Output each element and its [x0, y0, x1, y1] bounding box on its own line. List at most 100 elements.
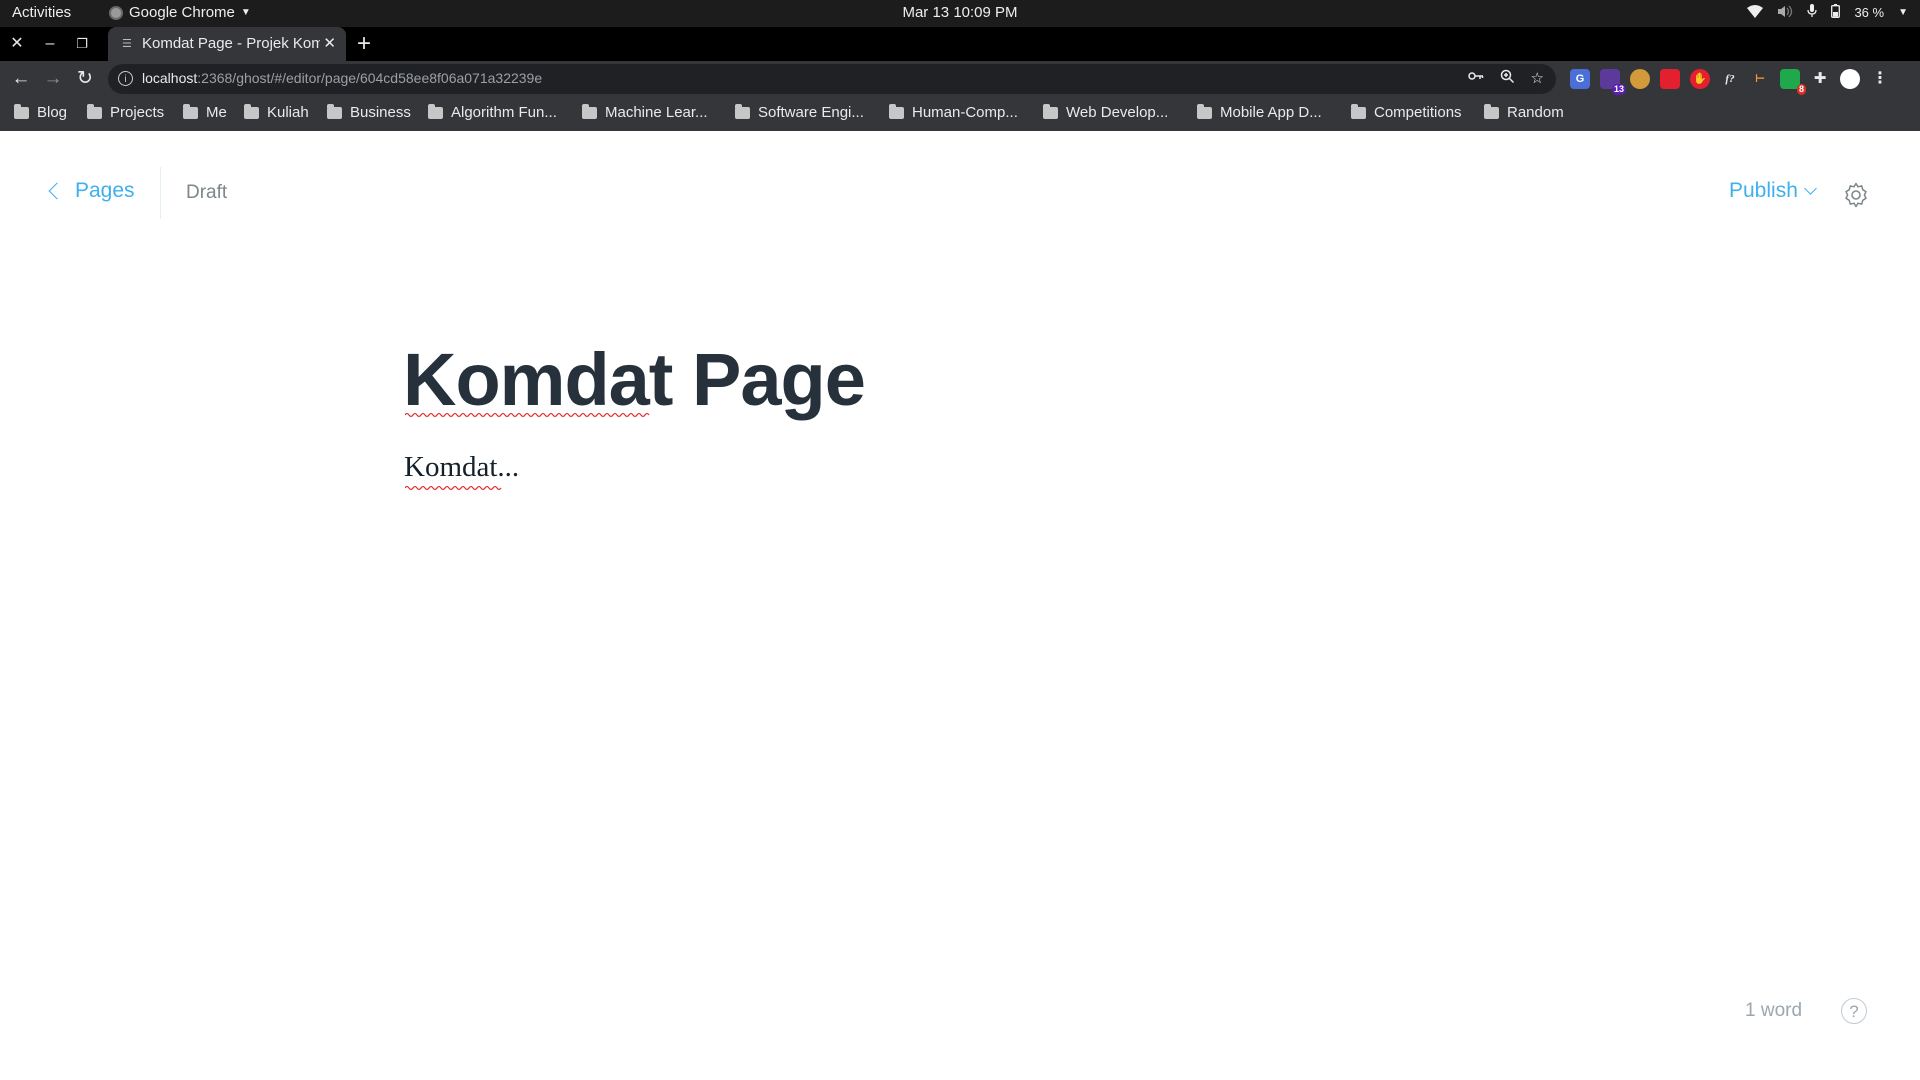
activities-button[interactable]: Activities — [12, 4, 71, 21]
url-path: :2368/ghost/#/editor/page/604cd58ee8f06a… — [197, 70, 543, 86]
chevron-left-icon — [48, 182, 66, 200]
bookmark-star-icon[interactable]: ☆ — [1531, 69, 1544, 88]
bookmarks-bar: Blog Projects Me Kuliah Business Algorit… — [0, 97, 1920, 131]
folder-icon — [889, 103, 904, 119]
draft-status: Draft — [186, 182, 228, 203]
clock[interactable]: Mar 13 10:09 PM — [902, 4, 1017, 21]
window-minimize-icon[interactable]: ‒ — [39, 33, 61, 55]
bookmark-label: Me — [206, 104, 227, 121]
window-restore-icon[interactable]: ❐ — [71, 33, 93, 55]
bookmark-label: Mobile App D... — [1220, 104, 1322, 121]
bookmark-folder[interactable]: Random — [1484, 103, 1564, 121]
site-info-icon[interactable]: i — [118, 71, 133, 86]
folder-icon — [14, 103, 29, 119]
red-square-extension-icon[interactable] — [1660, 69, 1680, 89]
url-text[interactable]: localhost:2368/ghost/#/editor/page/604cd… — [142, 70, 542, 86]
bookmark-label: Machine Lear... — [605, 104, 708, 121]
chevron-down-icon — [1804, 181, 1817, 195]
bookmark-label: Algorithm Fun... — [451, 104, 557, 121]
volume-icon — [1777, 5, 1793, 21]
battery-icon — [1831, 4, 1841, 21]
puzzle-extensions-icon[interactable]: ✚ — [1810, 69, 1830, 89]
post-title-input[interactable]: Komdat Page — [403, 337, 866, 422]
folder-icon — [87, 103, 102, 119]
bookmark-label: Random — [1507, 104, 1564, 121]
publish-menu-button[interactable]: Publish — [1729, 179, 1817, 203]
system-top-bar: Activities Google Chrome ▼ Mar 13 10:09 … — [0, 0, 1920, 27]
reload-icon[interactable]: ↻ — [72, 66, 98, 92]
tab-strip: ✕ ‒ ❐ ☰ Komdat Page - Projek Kom ✕ + — [0, 27, 1920, 61]
folder-icon — [582, 103, 597, 119]
folder-icon — [1351, 103, 1366, 119]
bookmark-folder[interactable]: Me — [183, 103, 227, 121]
url-host: localhost — [142, 70, 198, 86]
bookmark-folder[interactable]: Web Develop... — [1043, 103, 1169, 121]
profile-avatar[interactable] — [1840, 69, 1860, 89]
bookmark-folder[interactable]: Business — [327, 103, 411, 121]
folder-icon — [735, 103, 750, 119]
caret-down-icon: ▼ — [240, 7, 251, 18]
bookmark-folder[interactable]: Competitions — [1351, 103, 1462, 121]
tab-komdat-page[interactable]: ☰ Komdat Page - Projek Kom ✕ — [108, 27, 346, 61]
bookmark-folder[interactable]: Software Engi... — [735, 103, 864, 121]
folder-icon — [1484, 103, 1499, 119]
tab-title: Komdat Page - Projek Kom — [142, 35, 320, 52]
tab-close-icon[interactable]: ✕ — [323, 34, 336, 52]
window-close-icon[interactable]: ✕ — [6, 33, 28, 55]
app-menu-label: Google Chrome — [129, 4, 235, 21]
hand-extension-icon[interactable]: ✋ — [1690, 69, 1710, 89]
folder-icon — [327, 103, 342, 119]
extension-badge: 8 — [1796, 84, 1806, 95]
bookmark-label: Business — [350, 104, 411, 121]
bookmark-folder[interactable]: Machine Lear... — [582, 103, 708, 121]
system-tray[interactable]: 36 % ▼ — [1747, 4, 1908, 21]
app-menu[interactable]: Google Chrome ▼ — [109, 4, 251, 21]
bookmark-label: Software Engi... — [758, 104, 864, 121]
bookmark-folder[interactable]: Algorithm Fun... — [428, 103, 557, 121]
battery-percent: 36 % — [1854, 5, 1885, 20]
help-icon[interactable]: ? — [1841, 998, 1867, 1024]
caret-down-icon: ▼ — [1898, 7, 1908, 18]
folder-icon — [428, 103, 443, 119]
word-count: 1 word — [1745, 1000, 1803, 1021]
translate-extension-icon[interactable]: G — [1570, 69, 1590, 89]
post-body-editor[interactable]: Komdat... — [404, 451, 519, 484]
microphone-icon — [1807, 4, 1818, 21]
bookmark-folder[interactable]: Projects — [87, 103, 165, 121]
green-extension-icon[interactable]: 8 — [1780, 69, 1806, 95]
bookmark-label: Blog — [37, 104, 68, 121]
bookmark-label: Kuliah — [267, 104, 309, 121]
back-arrow-icon[interactable]: ← — [8, 66, 34, 92]
bookmark-label: Human-Comp... — [912, 104, 1018, 121]
ghost-favicon-icon: ☰ — [122, 38, 132, 50]
extensions-bar: G 13 ✋ f? ⊢ 8 ✚ ⋮ — [1570, 69, 1890, 95]
new-tab-icon[interactable]: + — [357, 30, 371, 58]
ghost-editor: Pages Draft Publish Komdat Page Komdat..… — [0, 131, 1920, 1080]
address-bar[interactable]: i localhost:2368/ghost/#/editor/page/604… — [108, 64, 1556, 94]
spellcheck-underline — [405, 485, 502, 491]
bookmark-folder[interactable]: Blog — [14, 103, 68, 121]
orange-extension-icon[interactable]: ⊢ — [1750, 69, 1770, 89]
bookmark-label: Projects — [110, 104, 165, 121]
forward-arrow-icon[interactable]: → — [40, 66, 66, 92]
zoom-icon[interactable] — [1500, 69, 1515, 88]
wifi-icon — [1747, 4, 1764, 21]
extension-badge: 13 — [1611, 84, 1626, 95]
settings-gear-icon[interactable] — [1842, 181, 1870, 209]
bookmark-folder[interactable]: Kuliah — [244, 103, 309, 121]
purple-extension-icon[interactable]: 13 — [1600, 69, 1626, 95]
chrome-icon — [109, 5, 123, 20]
folder-icon — [1197, 103, 1212, 119]
back-to-pages-link[interactable]: Pages — [48, 179, 135, 203]
spellcheck-underline — [405, 412, 650, 418]
bookmark-label: Web Develop... — [1066, 104, 1169, 121]
key-icon[interactable] — [1467, 69, 1484, 88]
browser-toolbar: ← → ↻ i localhost:2368/ghost/#/editor/pa… — [0, 61, 1920, 97]
folder-icon — [1043, 103, 1058, 119]
bookmark-folder[interactable]: Mobile App D... — [1197, 103, 1322, 121]
bookmark-label: Competitions — [1374, 104, 1462, 121]
formula-extension-icon[interactable]: f? — [1720, 69, 1740, 89]
cookie-extension-icon[interactable] — [1630, 69, 1650, 89]
menu-kebab-icon[interactable]: ⋮ — [1870, 69, 1890, 89]
bookmark-folder[interactable]: Human-Comp... — [889, 103, 1018, 121]
